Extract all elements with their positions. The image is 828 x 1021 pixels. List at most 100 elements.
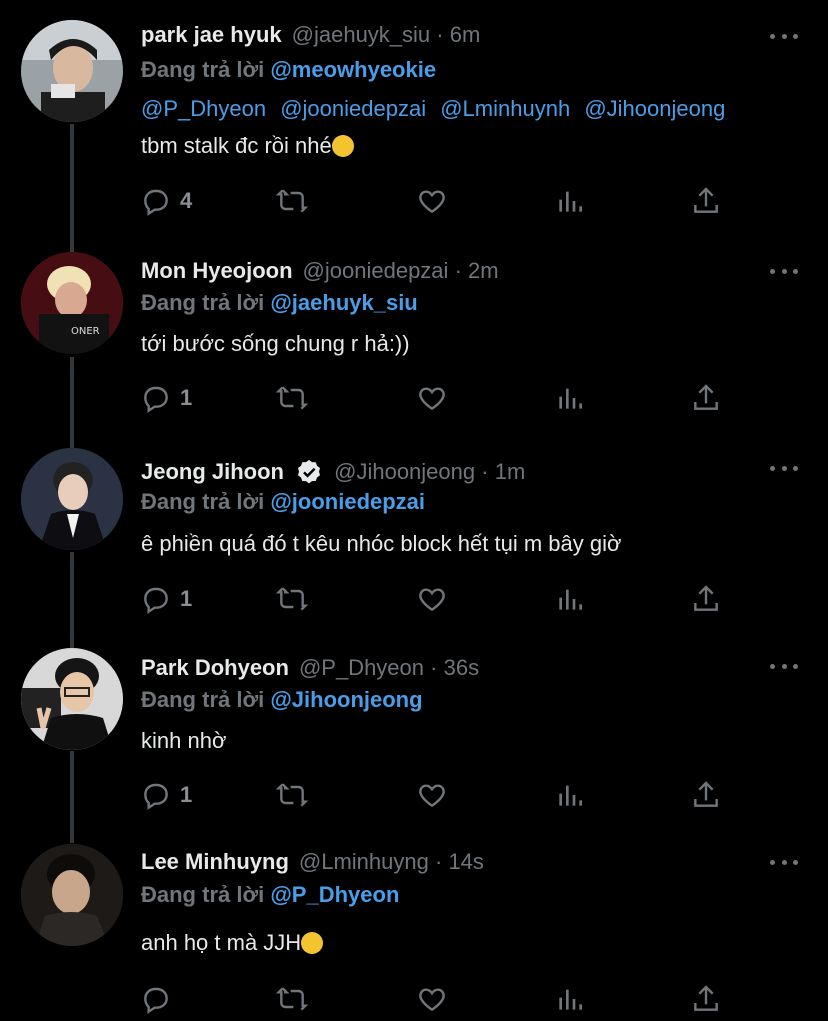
more-icon[interactable] <box>770 267 798 275</box>
share-icon <box>694 985 718 1011</box>
retweet-button[interactable] <box>276 982 308 1016</box>
avatar[interactable] <box>21 648 123 750</box>
analytics-icon <box>559 785 582 806</box>
share-button[interactable] <box>690 381 722 415</box>
reply-icon <box>144 783 168 810</box>
timestamp: 14s <box>448 849 484 874</box>
mention-link[interactable]: @Lminhuynh <box>440 96 570 121</box>
tweet-text: anh họ t mà JJH <box>141 930 324 956</box>
tweet-text: tbm stalk đc rồi nhé <box>141 133 354 159</box>
display-name[interactable]: Jeong Jihoon <box>141 458 324 488</box>
tweet[interactable]: Jeong Jihoon @Jihoonjeong · 1m Đang trả … <box>0 446 828 646</box>
share-button[interactable] <box>690 778 722 812</box>
display-name[interactable]: Mon Hyeojoon <box>141 258 293 284</box>
display-name[interactable]: Park Dohyeon <box>141 655 289 681</box>
display-name[interactable]: park jae hyuk <box>141 22 282 48</box>
analytics-icon <box>559 989 582 1010</box>
display-name[interactable]: Lee Minhuyng <box>141 849 289 875</box>
share-button[interactable] <box>690 184 722 218</box>
share-button[interactable] <box>690 582 722 616</box>
retweet-icon <box>276 587 308 611</box>
avatar[interactable]: ONER <box>21 252 123 354</box>
replying-to: Đang trả lời @P_Dhyeon <box>141 882 400 907</box>
retweet-icon <box>276 987 308 1011</box>
svg-text:ONER: ONER <box>71 326 100 337</box>
shushing-face-emoji <box>331 135 354 157</box>
like-icon <box>419 387 445 411</box>
reply-button[interactable] <box>140 982 180 1016</box>
reply-icon <box>144 587 168 614</box>
tweet[interactable]: ONER Mon Hyeojoon @jooniedepzai · 2m Đan… <box>0 245 828 445</box>
action-bar: 1 <box>140 582 740 616</box>
like-button[interactable] <box>416 381 448 415</box>
reply-icon <box>144 386 168 413</box>
tweet-text: ê phiền quá đó t kêu nhóc block hết tụi … <box>141 531 622 556</box>
avatar[interactable] <box>21 448 123 550</box>
mention-link[interactable]: @Jihoonjeong <box>584 96 725 121</box>
replying-to: Đang trả lời @Jihoonjeong <box>141 687 423 712</box>
share-button[interactable] <box>690 982 722 1016</box>
analytics-icon <box>559 388 582 409</box>
timestamp: 1m <box>494 458 526 484</box>
analytics-button[interactable] <box>554 982 586 1016</box>
retweet-icon <box>276 386 308 410</box>
timestamp: 36s <box>443 655 480 680</box>
like-icon <box>419 588 445 612</box>
reply-button[interactable]: 1 <box>140 582 192 616</box>
analytics-button[interactable] <box>554 582 586 616</box>
handle[interactable]: @jaehuyk_siu · 6m <box>292 22 481 48</box>
retweet-button[interactable] <box>276 184 308 218</box>
mention-link[interactable]: @jooniedepzai <box>280 96 426 121</box>
retweet-icon <box>276 189 308 213</box>
timestamp: 6m <box>449 22 481 47</box>
handle[interactable]: @P_Dhyeon · 36s <box>299 655 479 681</box>
mention-link[interactable]: @meowhyeokie <box>270 57 436 82</box>
like-icon <box>419 190 445 214</box>
more-icon[interactable] <box>770 32 798 40</box>
analytics-button[interactable] <box>554 778 586 812</box>
mention-link[interactable]: @Jihoonjeong <box>270 687 422 712</box>
avatar[interactable] <box>21 844 123 946</box>
analytics-button[interactable] <box>554 381 586 415</box>
reply-button[interactable]: 1 <box>140 778 192 812</box>
mention-link[interactable]: @P_Dhyeon <box>141 96 266 121</box>
action-bar: 4 <box>140 184 740 218</box>
handle[interactable]: @Lminhuyng · 14s <box>299 849 484 875</box>
share-icon <box>694 585 718 611</box>
retweet-button[interactable] <box>276 778 308 812</box>
more-icon[interactable] <box>770 662 798 670</box>
retweet-button[interactable] <box>276 381 308 415</box>
reply-icon <box>144 987 168 1014</box>
mention-link[interactable]: @jaehuyk_siu <box>270 290 417 315</box>
handle[interactable]: @jooniedepzai · 2m <box>303 258 499 284</box>
like-button[interactable] <box>416 982 448 1016</box>
avatar[interactable] <box>21 20 123 122</box>
like-button[interactable] <box>416 778 448 812</box>
retweet-button[interactable] <box>276 582 308 616</box>
reply-button[interactable]: 4 <box>140 184 192 218</box>
mention-link[interactable]: @jooniedepzai <box>270 489 425 514</box>
replying-to: Đang trả lời @jooniedepzai <box>141 489 426 514</box>
replying-to: Đang trả lời @meowhyeokie <box>141 57 437 82</box>
analytics-button[interactable] <box>554 184 586 218</box>
reply-icon <box>144 189 168 216</box>
handle[interactable]: @Jihoonjeong · 1m <box>334 459 525 485</box>
action-bar <box>140 982 740 1016</box>
share-icon <box>694 187 718 213</box>
tweet[interactable]: park jae hyuk @jaehuyk_siu · 6m Đang trả… <box>0 0 828 240</box>
action-bar: 1 <box>140 778 740 812</box>
analytics-icon <box>559 589 582 610</box>
like-icon <box>419 988 445 1012</box>
verified-icon <box>298 459 321 484</box>
like-button[interactable] <box>416 582 448 616</box>
tweet[interactable]: Lee Minhuyng @Lminhuyng · 14s Đang trả l… <box>0 842 828 1021</box>
tweet[interactable]: Park Dohyeon @P_Dhyeon · 36s Đang trả lờ… <box>0 646 828 846</box>
tweet-text: kinh nhờ <box>141 728 227 753</box>
reply-button[interactable]: 1 <box>140 381 192 415</box>
mention-link[interactable]: @P_Dhyeon <box>270 882 399 907</box>
action-bar: 1 <box>140 381 740 415</box>
more-icon[interactable] <box>770 858 798 866</box>
more-icon[interactable] <box>770 464 798 472</box>
like-button[interactable] <box>416 184 448 218</box>
retweet-icon <box>276 783 308 807</box>
